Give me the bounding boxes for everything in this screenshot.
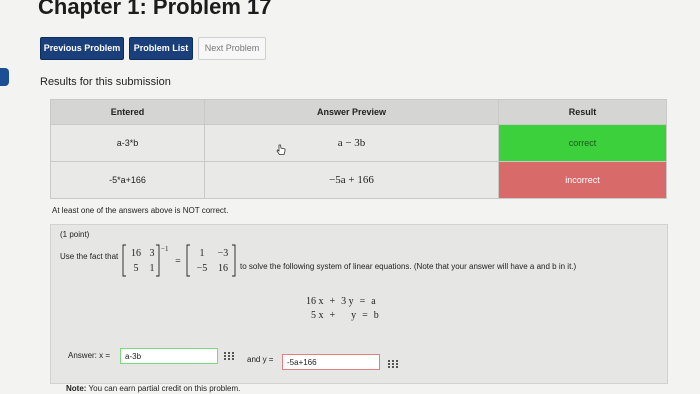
note-text: You can earn partial credit on this prob… — [86, 384, 241, 393]
result-cell-incorrect: incorrect — [498, 161, 667, 199]
matrix-inv-11: 1 — [200, 248, 205, 259]
preview-cell: −5a + 166 — [204, 161, 499, 199]
equation-editor-icon[interactable] — [224, 352, 234, 360]
eq2-op: + — [329, 310, 336, 321]
table-row: a-3*b a − 3b correct — [50, 124, 667, 162]
page-title: Chapter 1: Problem 17 — [38, 0, 272, 19]
next-problem-button[interactable]: Next Problem — [198, 37, 266, 60]
matrix-inv-22: 16 — [218, 263, 228, 274]
points-label: (1 point) — [60, 230, 90, 239]
problem-list-button[interactable]: Problem List — [129, 37, 193, 60]
equation-row: 16 x + 3 y = a — [306, 295, 379, 309]
partial-credit-note: Note: You can earn partial credit on thi… — [66, 384, 240, 393]
result-cell-correct: correct — [498, 124, 667, 162]
entered-header: Entered — [50, 99, 205, 125]
linear-system: 16 x + 3 y = a 5 x + y = b — [306, 295, 379, 323]
entered-cell: a-3*b — [50, 124, 205, 162]
eq1-equals: = — [359, 296, 366, 307]
entered-cell: -5*a+166 — [50, 161, 205, 199]
eq2-equals: = — [362, 310, 368, 321]
matrix-inv-21: −5 — [197, 263, 208, 274]
eq2-rhs: b — [373, 310, 379, 321]
matrix-inv-12: −3 — [218, 248, 229, 259]
eq2-term1: 5 x — [311, 310, 324, 321]
matrix-equation: 16 3 5 1 −1 = 1 −3 −5 16 — [122, 244, 236, 277]
matrix-a-22: 1 — [150, 263, 155, 274]
eq1-op: + — [329, 296, 336, 307]
hand-cursor-icon — [276, 144, 286, 155]
note-label: Note: — [66, 384, 87, 393]
instruction-prefix: Use the fact that — [60, 252, 119, 261]
equals-sign: = — [175, 256, 181, 267]
preview-header: Answer Preview — [204, 99, 499, 125]
instruction-suffix: to solve the following system of linear … — [240, 262, 577, 271]
answer-y-input[interactable]: -5a+166 — [282, 354, 380, 370]
eq1-rhs: a — [371, 296, 376, 307]
answer-y-label: and y = — [247, 355, 274, 364]
eq2-term2: y — [351, 310, 357, 321]
warning-message: At least one of the answers above is NOT… — [52, 206, 229, 215]
sidebar-toggle-tab[interactable] — [0, 68, 9, 86]
inverse-exponent: −1 — [161, 245, 169, 253]
results-header-row: Entered Answer Preview Result — [50, 99, 667, 125]
answer-x-input[interactable]: a-3b — [120, 348, 218, 364]
results-heading: Results for this submission — [40, 76, 171, 88]
table-row: -5*a+166 −5a + 166 incorrect — [50, 161, 667, 199]
preview-cell: a − 3b — [204, 124, 499, 162]
previous-problem-button[interactable]: Previous Problem — [40, 37, 124, 60]
result-header: Result — [498, 99, 667, 125]
eq1-term2: 3 y — [341, 296, 354, 307]
eq1-term1: 16 x — [306, 296, 324, 307]
matrix-a-11: 16 — [131, 248, 141, 259]
equation-row: 5 x + y = b — [306, 309, 379, 323]
matrix-a-21: 5 — [134, 263, 139, 274]
results-table: Entered Answer Preview Result a-3*b a − … — [50, 99, 667, 199]
answer-x-label: Answer: x = — [68, 351, 111, 360]
matrix-a-12: 3 — [150, 248, 155, 259]
equation-editor-icon[interactable] — [388, 360, 398, 368]
